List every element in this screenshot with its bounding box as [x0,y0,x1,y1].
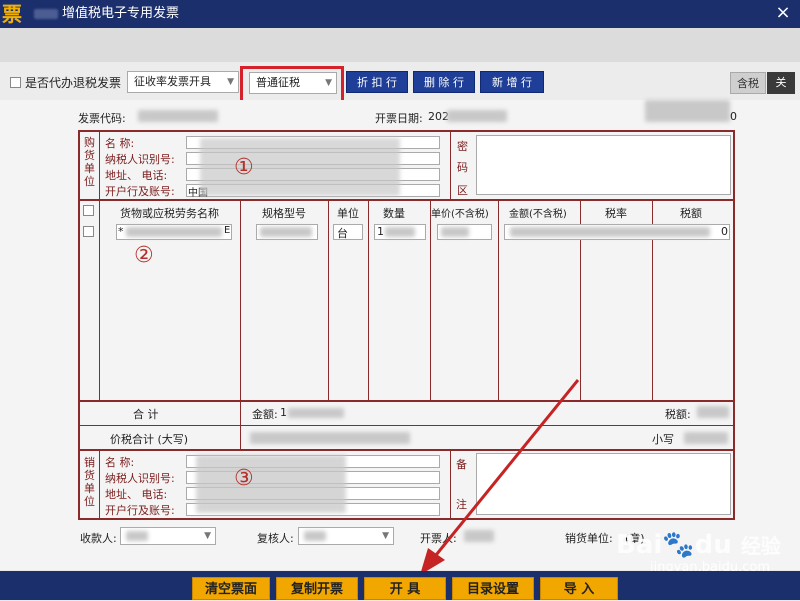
issue-button[interactable]: 开 具 [364,577,446,600]
clear-form-button[interactable]: 清空票面 [192,577,270,600]
paw-icon: 🐾 [662,530,695,560]
watermark-paw-text: du [694,530,732,560]
copy-invoice-button[interactable]: 复制开票 [276,577,358,600]
catalog-settings-button[interactable]: 目录设置 [452,577,534,600]
baidu-watermark: Bai🐾du 经验 [616,530,781,560]
watermark-brand: Bai [616,530,663,560]
import-button[interactable]: 导 入 [540,577,618,600]
watermark-jy: 经验 [740,534,781,558]
red-arrow-icon [420,379,580,575]
